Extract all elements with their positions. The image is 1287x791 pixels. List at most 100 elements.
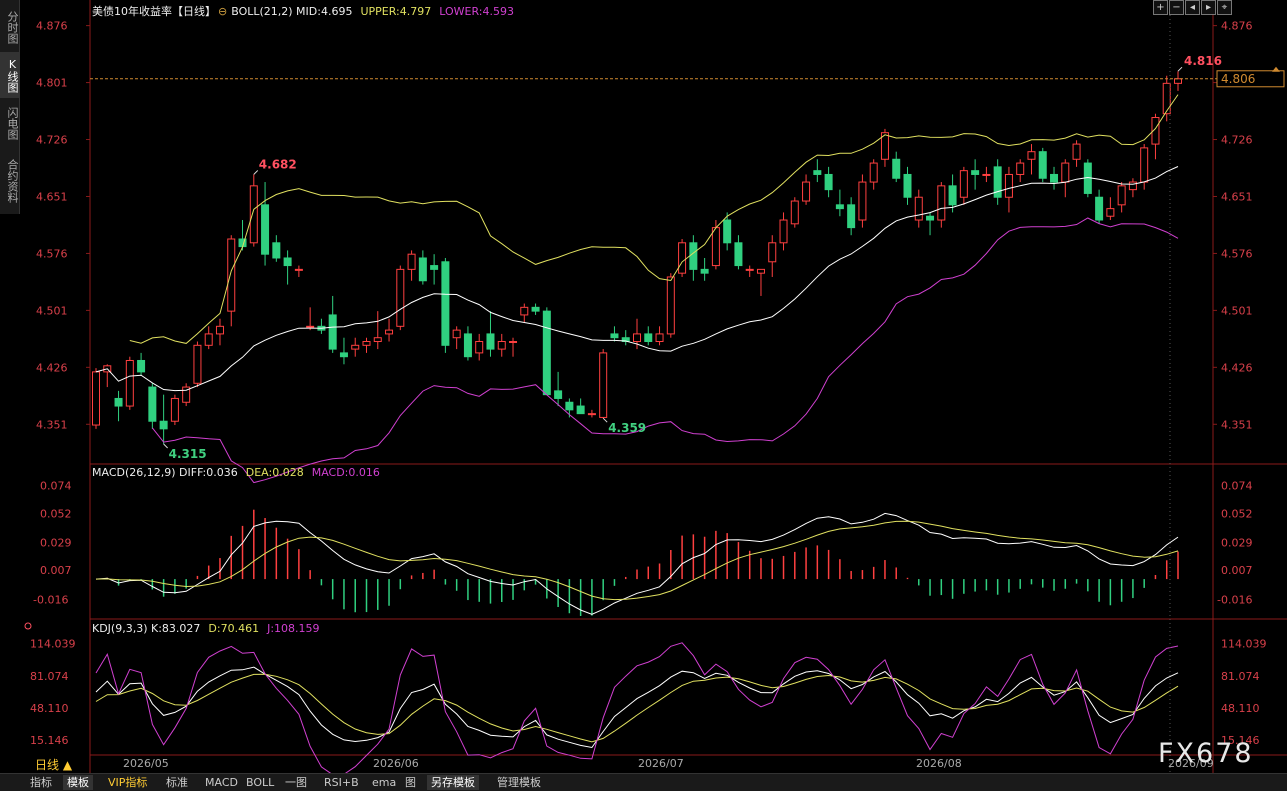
candle-body bbox=[475, 341, 484, 354]
macd-tick-label: 0.052 bbox=[40, 507, 72, 520]
zoom-in-icon[interactable]: + bbox=[1153, 0, 1168, 15]
macd-diff-label: MACD(26,12,9) DIFF:0.036 bbox=[92, 466, 238, 479]
annotation-pointer bbox=[602, 417, 608, 423]
candle-body bbox=[351, 344, 360, 350]
candle-body bbox=[531, 306, 540, 312]
macd-tick-label: 0.029 bbox=[1221, 536, 1253, 549]
scroll-left-icon[interactable]: ◂ bbox=[1185, 0, 1200, 15]
candle-body bbox=[644, 333, 653, 343]
kdj-tick-label: 81.074 bbox=[30, 670, 69, 683]
candles-group bbox=[92, 71, 1182, 445]
tab-flash[interactable]: 闪电图 bbox=[0, 100, 19, 146]
candle-body bbox=[148, 386, 157, 422]
tab-rsi-b[interactable]: RSI+B bbox=[320, 775, 363, 790]
candle-body bbox=[261, 204, 270, 255]
bottom-toolbar: 指标 模板 VIP指标 标准 MACD BOLL 一图 RSI+B ema 图 … bbox=[0, 773, 1287, 791]
candle-body bbox=[486, 333, 495, 350]
macd-diff-line bbox=[95, 512, 1179, 615]
candle-body bbox=[373, 337, 382, 343]
macd-legend: MACD(26,12,9) DIFF:0.036 DEA:0.028 MACD:0.… bbox=[92, 466, 388, 479]
tab-ema[interactable]: ema bbox=[368, 775, 400, 790]
candle-body bbox=[948, 185, 957, 206]
tab-one-chart[interactable]: 一图 bbox=[281, 775, 311, 790]
candle-body bbox=[1140, 147, 1149, 183]
tab-macd[interactable]: MACD bbox=[201, 775, 242, 790]
candle-body bbox=[1106, 208, 1115, 217]
tab-templates[interactable]: 模板 bbox=[63, 775, 93, 790]
period-selector[interactable]: 日线 ▲ bbox=[35, 756, 72, 773]
candle-body bbox=[542, 310, 551, 396]
candle-body bbox=[813, 170, 822, 175]
boll-mid-label: BOLL(21,2) MID:4.695 bbox=[231, 5, 353, 18]
price-tick-label: 4.651 bbox=[1221, 190, 1253, 203]
tab-standard[interactable]: 标准 bbox=[162, 775, 192, 790]
date-label: 2026/08 bbox=[916, 757, 962, 770]
tab-indicators[interactable]: 指标 bbox=[26, 775, 56, 790]
settings-icon[interactable]: ⊖ bbox=[218, 5, 227, 18]
save-template-button[interactable]: 另存模板 bbox=[427, 775, 479, 790]
candle-body bbox=[689, 242, 698, 270]
candle-body bbox=[125, 359, 134, 407]
chart-canvas[interactable]: 4.8764.8764.8014.8014.7264.7264.6514.651… bbox=[0, 0, 1287, 790]
candle-body bbox=[294, 268, 303, 271]
last-price-arrow-icon bbox=[1272, 66, 1280, 72]
candle-body bbox=[914, 196, 923, 221]
zoom-out-icon[interactable]: − bbox=[1169, 0, 1184, 15]
candle-body bbox=[1004, 173, 1013, 198]
candle-body bbox=[599, 352, 608, 418]
tab-timeshare[interactable]: 分时图 bbox=[0, 4, 19, 50]
price-tick-label: 4.501 bbox=[1221, 304, 1253, 317]
kdj-tick-label: 48.110 bbox=[1221, 702, 1260, 715]
candle-body bbox=[937, 185, 946, 221]
candle-body bbox=[982, 173, 991, 176]
annotation-pointer bbox=[163, 443, 168, 449]
candle-body bbox=[1072, 143, 1081, 160]
date-label: 2026/05 bbox=[123, 757, 169, 770]
candle-body bbox=[272, 242, 281, 259]
candle-body bbox=[418, 257, 427, 282]
kdj-tick-label: 114.039 bbox=[30, 638, 76, 651]
price-tick-label: 4.726 bbox=[36, 134, 68, 147]
price-tick-label: 4.351 bbox=[36, 418, 68, 431]
boll-upper-label: UPPER:4.797 bbox=[360, 5, 432, 18]
macd-tick-label: 0.074 bbox=[40, 480, 72, 493]
annotation-pointer bbox=[253, 170, 259, 175]
kdj-d-label: D:70.461 bbox=[208, 622, 260, 635]
tab-chart[interactable]: 图 bbox=[401, 775, 420, 790]
main-legend: 美债10年收益率【日线】 ⊖ BOLL(21,2) MID:4.695 UPPER:4… bbox=[92, 3, 522, 19]
candle-body bbox=[734, 242, 743, 267]
candle-body bbox=[1061, 162, 1070, 183]
tab-kline[interactable]: K线图 bbox=[0, 52, 19, 98]
price-tick-label: 4.351 bbox=[1221, 418, 1253, 431]
scroll-right-icon[interactable]: ▸ bbox=[1201, 0, 1216, 15]
macd-tick-label: 0.074 bbox=[1221, 480, 1253, 493]
candle-body bbox=[666, 276, 675, 335]
tab-boll[interactable]: BOLL bbox=[242, 775, 278, 790]
candle-body bbox=[835, 204, 844, 210]
candle-body bbox=[554, 390, 563, 399]
candle-body bbox=[565, 401, 574, 411]
boll-mid-line bbox=[95, 166, 1179, 392]
kdj-tick-label: 114.039 bbox=[1221, 638, 1267, 651]
candle-body bbox=[463, 333, 472, 358]
kdj-legend: KDJ(9,3,3) K:83.027 D:70.461 J:108.159 bbox=[92, 622, 328, 635]
manage-templates-button[interactable]: 管理模板 bbox=[493, 775, 545, 790]
candle-body bbox=[249, 185, 258, 244]
candle-body bbox=[745, 268, 754, 271]
tab-vip-indicators[interactable]: VIP指标 bbox=[104, 775, 151, 790]
macd-tick-label: 0.007 bbox=[1221, 564, 1253, 577]
candle-body bbox=[802, 181, 811, 202]
candle-body bbox=[858, 181, 867, 221]
kdj-j-label: J:108.159 bbox=[267, 622, 320, 635]
date-label: 2026/06 bbox=[373, 757, 419, 770]
candle-body bbox=[700, 268, 709, 274]
macd-tick-label: 0.052 bbox=[1221, 507, 1253, 520]
annotation-last-high: 4.816 bbox=[1184, 54, 1222, 68]
candle-body bbox=[328, 314, 337, 350]
candle-body bbox=[723, 219, 732, 244]
candle-body bbox=[170, 397, 179, 422]
crosshair-icon[interactable]: ⌖ bbox=[1217, 0, 1232, 15]
tab-contract-info[interactable]: 合约资料 bbox=[0, 150, 19, 212]
macd-tick-label: -0.016 bbox=[1217, 593, 1252, 606]
chart-title: 美债10年收益率【日线】 bbox=[92, 5, 216, 18]
